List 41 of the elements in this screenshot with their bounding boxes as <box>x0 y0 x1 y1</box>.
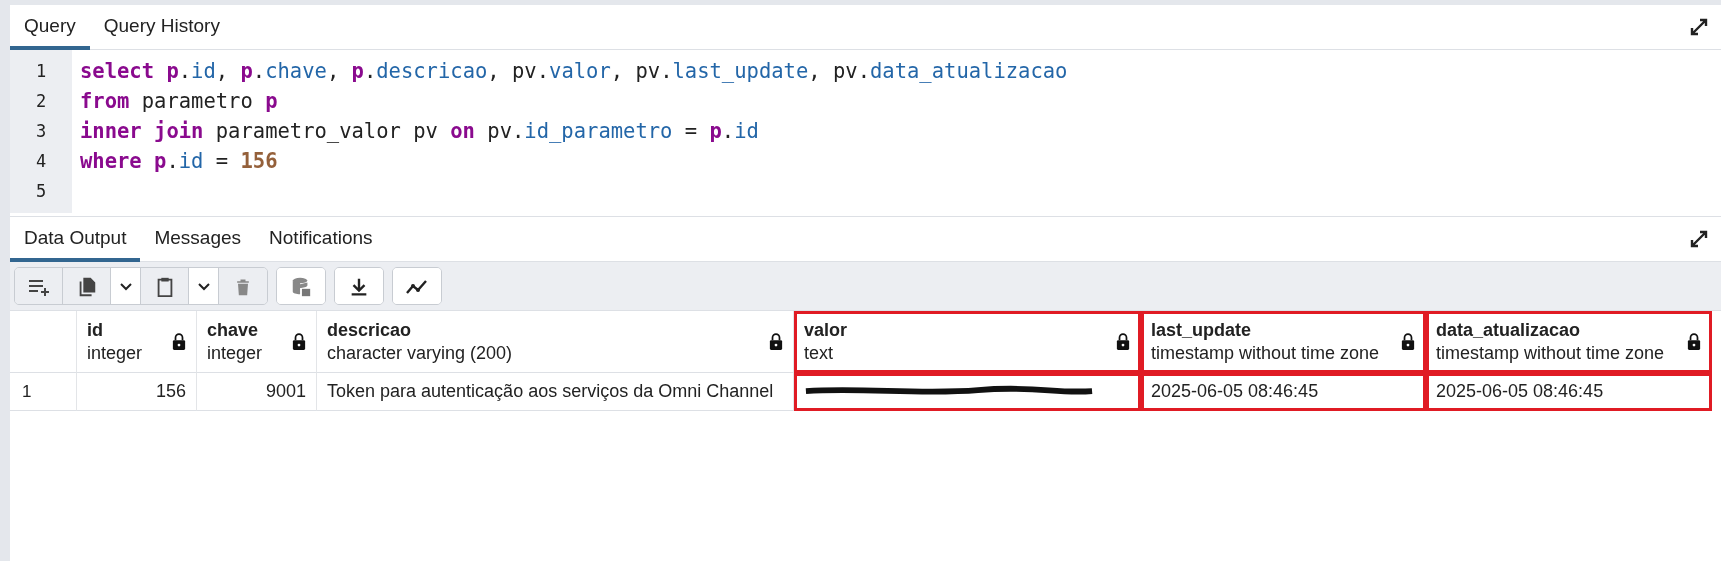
lock-icon <box>172 332 186 351</box>
code-line: where p.id = 156 <box>80 149 278 173</box>
lock-icon <box>292 332 306 351</box>
code-line: from parametro p <box>80 89 278 113</box>
table-cell: Token para autenticação aos serviços da Omni Channel <box>317 373 794 411</box>
table-cell: 2025-06-05 08:46:45 <box>1141 373 1426 411</box>
line-number: 3 <box>34 120 48 143</box>
column-header[interactable]: data_atualizacao timestamp without time zone <box>1426 311 1712 373</box>
expand-icon[interactable] <box>1689 229 1709 249</box>
column-header[interactable]: last_update timestamp without time zone <box>1141 311 1426 373</box>
lock-icon <box>1116 332 1130 351</box>
caret-button[interactable] <box>111 268 141 304</box>
output-tab[interactable]: Notifications <box>255 217 387 262</box>
line-number: 5 <box>34 180 48 203</box>
line-number: 2 <box>34 90 48 113</box>
table-cell: 2025-06-05 08:46:45 <box>1426 373 1712 411</box>
caret-icon <box>119 283 132 291</box>
save-data-button[interactable] <box>277 268 325 304</box>
line-number: 4 <box>34 150 48 173</box>
column-header[interactable]: descricao character varying (200) <box>317 311 794 373</box>
editor-tab[interactable]: Query History <box>89 5 234 50</box>
line-number: 1 <box>34 60 48 83</box>
code-line: inner join parametro_valor pv on pv.id_parametro = p.id <box>80 119 759 143</box>
lock-icon <box>769 332 783 351</box>
output-tab[interactable]: Messages <box>140 217 256 262</box>
table-cell: 156 <box>77 373 197 411</box>
database-icon <box>290 276 312 298</box>
download-button[interactable] <box>335 268 383 304</box>
lock-icon <box>1687 332 1701 351</box>
column-header[interactable]: valor text <box>794 311 1141 373</box>
lock-icon <box>1401 332 1415 351</box>
graph-button[interactable] <box>393 268 441 304</box>
add-row-button[interactable] <box>15 268 63 304</box>
table-cell: 9001 <box>197 373 317 411</box>
row-number: 1 <box>10 373 77 411</box>
expand-icon[interactable] <box>1689 17 1709 37</box>
column-header[interactable]: chave integer <box>197 311 317 373</box>
caret-button[interactable] <box>189 268 219 304</box>
column-header[interactable]: id integer <box>77 311 197 373</box>
caret-icon <box>197 283 210 291</box>
code-line: select p.id, p.chave, p.descricao, pv.valor, pv.last_update, pv.data_atualizacao <box>80 59 1068 83</box>
